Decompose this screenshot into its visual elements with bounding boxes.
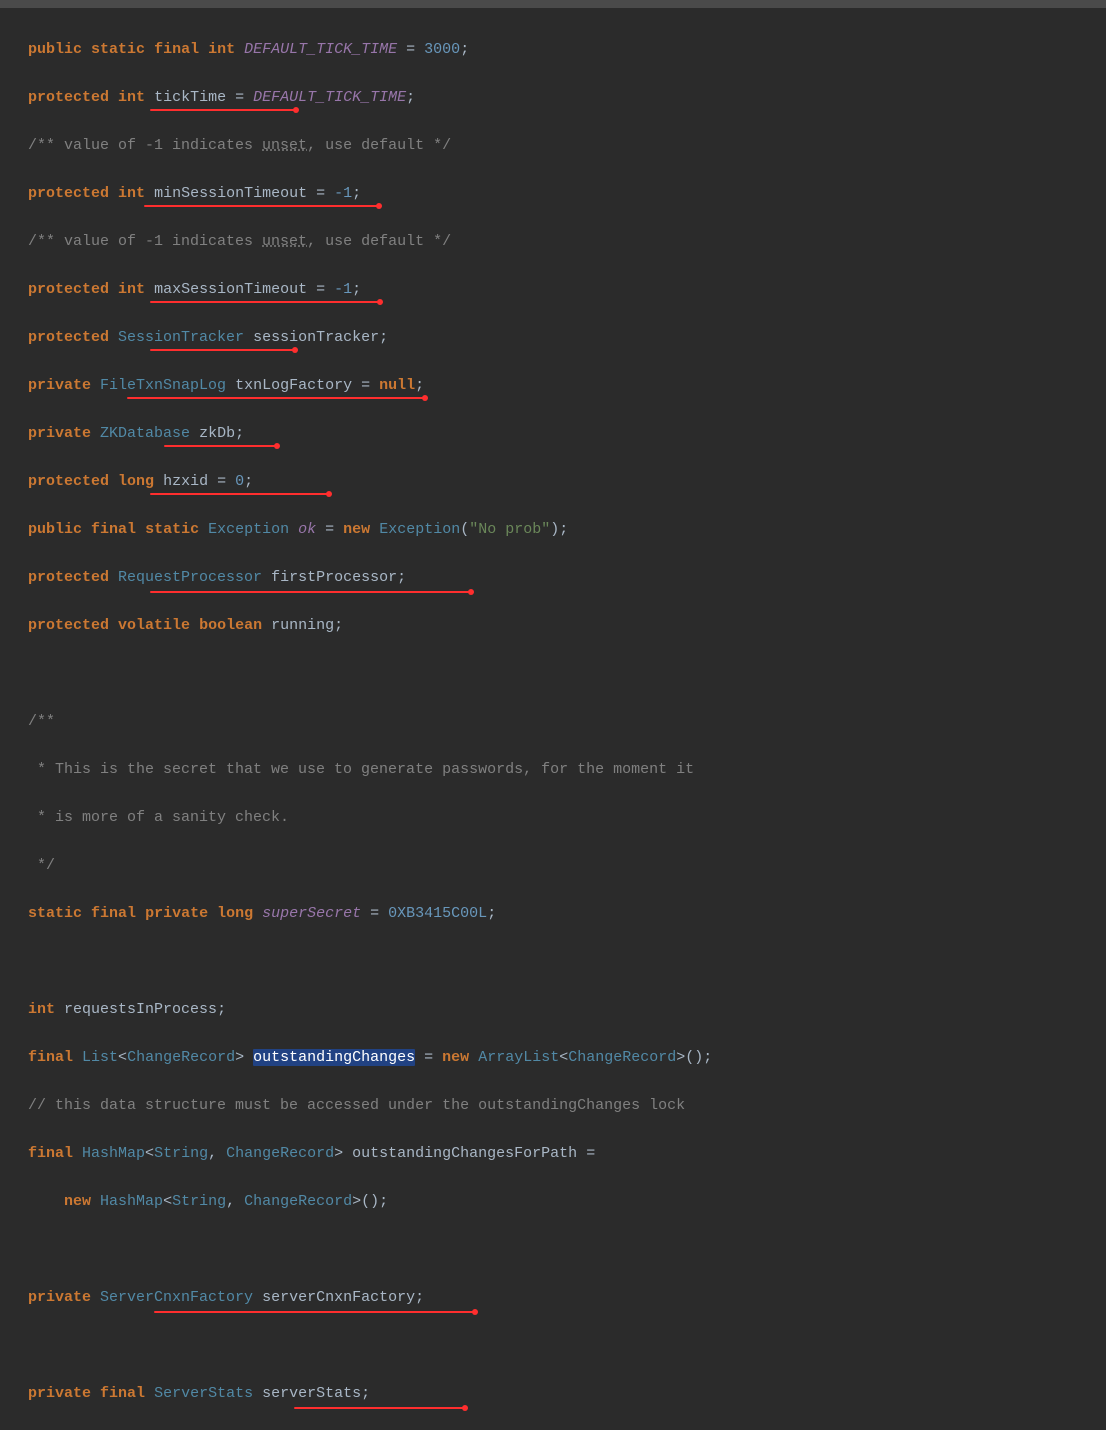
code-line[interactable]: protected RequestProcessor firstProcesso… [28, 566, 1106, 590]
code-line[interactable]: static final private long superSecret = … [28, 902, 1106, 926]
code-line[interactable]: * This is the secret that we use to gene… [28, 758, 1106, 782]
inspection-marker-icon [468, 589, 474, 595]
inspection-marker-icon [274, 443, 280, 449]
inspection-marker-icon [326, 491, 332, 497]
inspection-marker-icon [293, 107, 299, 113]
code-line[interactable]: // this data structure must be accessed … [28, 1094, 1106, 1118]
inspection-underline [294, 1407, 464, 1409]
inspection-marker-icon [472, 1309, 478, 1315]
blank-line [28, 1334, 1106, 1358]
code-line[interactable]: private final ServerStats serverStats; [28, 1382, 1106, 1406]
code-line[interactable]: protected long hzxid = 0; [28, 470, 1106, 494]
code-line[interactable]: protected SessionTracker sessionTracker; [28, 326, 1106, 350]
code-line[interactable]: protected volatile boolean running; [28, 614, 1106, 638]
inspection-marker-icon [292, 347, 298, 353]
inspection-underline [150, 301, 379, 303]
comment: /** value of -1 indicates unset, use def… [28, 233, 451, 250]
code-editor[interactable]: public static final int DEFAULT_TICK_TIM… [0, 8, 1106, 1430]
selected-identifier: outstandingChanges [253, 1049, 415, 1066]
code-line[interactable]: private ServerCnxnFactory serverCnxnFact… [28, 1286, 1106, 1310]
code-line[interactable]: /** [28, 710, 1106, 734]
code-line[interactable]: final List<ChangeRecord> outstandingChan… [28, 1046, 1106, 1070]
code-line[interactable]: new HashMap<String, ChangeRecord>(); [28, 1190, 1106, 1214]
editor-top-gutter [0, 0, 1106, 8]
code-line[interactable]: private FileTxnSnapLog txnLogFactory = n… [28, 374, 1106, 398]
code-line[interactable]: private ZKDatabase zkDb; [28, 422, 1106, 446]
code-line[interactable]: /** value of -1 indicates unset, use def… [28, 134, 1106, 158]
inspection-underline [154, 1311, 474, 1313]
inspection-marker-icon [377, 299, 383, 305]
inspection-underline [150, 109, 295, 111]
blank-line [28, 950, 1106, 974]
code-line[interactable]: public static final int DEFAULT_TICK_TIM… [28, 38, 1106, 62]
code-line[interactable]: * is more of a sanity check. [28, 806, 1106, 830]
code-line[interactable]: */ [28, 854, 1106, 878]
blank-line [28, 662, 1106, 686]
inspection-underline [127, 397, 424, 399]
inspection-underline [144, 205, 378, 207]
code-line[interactable]: public final static Exception ok = new E… [28, 518, 1106, 542]
code-line[interactable]: protected int minSessionTimeout = -1; [28, 182, 1106, 206]
inspection-marker-icon [462, 1405, 468, 1411]
inspection-marker-icon [422, 395, 428, 401]
code-line[interactable]: int requestsInProcess; [28, 998, 1106, 1022]
code-line[interactable]: protected int maxSessionTimeout = -1; [28, 278, 1106, 302]
inspection-underline [164, 445, 276, 447]
inspection-underline [150, 591, 470, 593]
comment: /** value of -1 indicates unset, use def… [28, 137, 451, 154]
inspection-marker-icon [376, 203, 382, 209]
blank-line [28, 1238, 1106, 1262]
inspection-underline [150, 349, 294, 351]
inspection-underline [150, 493, 328, 495]
code-line[interactable]: /** value of -1 indicates unset, use def… [28, 230, 1106, 254]
code-line[interactable]: final HashMap<String, ChangeRecord> outs… [28, 1142, 1106, 1166]
code-line[interactable]: protected int tickTime = DEFAULT_TICK_TI… [28, 86, 1106, 110]
